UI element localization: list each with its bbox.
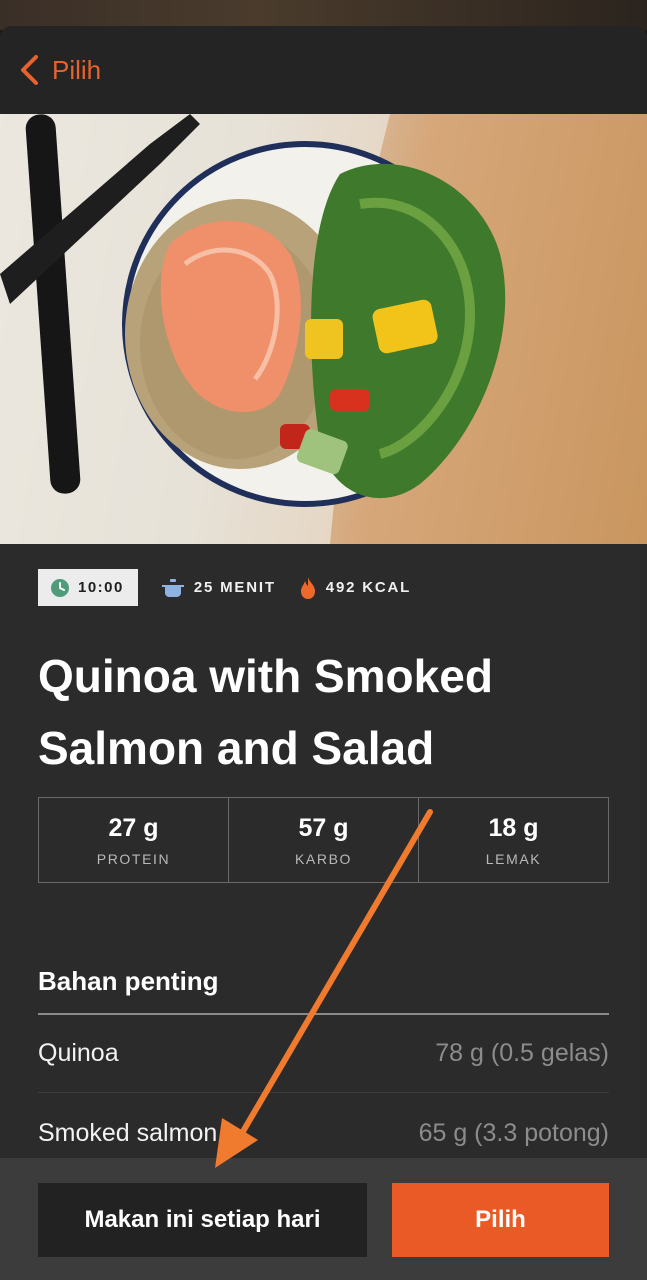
duration-info: 25 MENIT xyxy=(161,578,276,597)
macro-label: KARBO xyxy=(294,851,352,867)
meta-row: 10:00 25 MENIT 492 KCAL xyxy=(38,569,411,606)
ingredient-row: Quinoa 78 g (0.5 gelas) xyxy=(38,1015,609,1093)
macro-value: 18 g xyxy=(488,814,539,842)
duration-value: 25 MENIT xyxy=(193,579,276,596)
recipe-sheet: Pilih 10:00 25 MENIT 492 KCAL Quinoa wit… xyxy=(0,26,647,1280)
pot-icon xyxy=(161,578,184,597)
action-bar: Makan ini setiap hari Pilih xyxy=(0,1158,647,1280)
ingredient-name: Smoked salmon xyxy=(38,1119,218,1147)
macro-value: 27 g xyxy=(108,814,159,842)
chevron-left-icon xyxy=(21,55,38,85)
time-chip[interactable]: 10:00 xyxy=(38,569,138,606)
recipe-title: Quinoa with Smoked Salmon and Salad xyxy=(38,650,493,774)
flame-icon xyxy=(300,576,315,599)
header: Pilih xyxy=(0,26,647,114)
macro-label: LEMAK xyxy=(485,851,542,867)
back-label: Pilih xyxy=(52,54,102,85)
calorie-value: 492 KCAL xyxy=(325,579,412,596)
time-value: 10:00 xyxy=(78,579,124,596)
macro-fat: 18 g LEMAK xyxy=(419,798,608,882)
macro-table: 27 g PROTEIN 57 g KARBO 18 g LEMAK xyxy=(38,797,609,883)
back-button[interactable]: Pilih xyxy=(18,50,101,90)
ingredients-heading: Bahan penting xyxy=(38,966,219,996)
macro-protein: 27 g PROTEIN xyxy=(39,798,229,882)
eat-daily-button[interactable]: Makan ini setiap hari xyxy=(38,1183,367,1257)
select-button[interactable]: Pilih xyxy=(392,1183,609,1257)
macro-label: PROTEIN xyxy=(96,851,171,867)
ingredient-name: Quinoa xyxy=(38,1039,119,1067)
clock-icon xyxy=(51,578,69,597)
recipe-photo xyxy=(0,114,647,544)
ingredient-amount: 78 g (0.5 gelas) xyxy=(435,1039,609,1067)
calorie-info: 492 KCAL xyxy=(300,576,412,599)
macro-carbs: 57 g KARBO xyxy=(229,798,419,882)
macro-value: 57 g xyxy=(298,814,349,842)
ingredient-amount: 65 g (3.3 potong) xyxy=(418,1119,609,1147)
